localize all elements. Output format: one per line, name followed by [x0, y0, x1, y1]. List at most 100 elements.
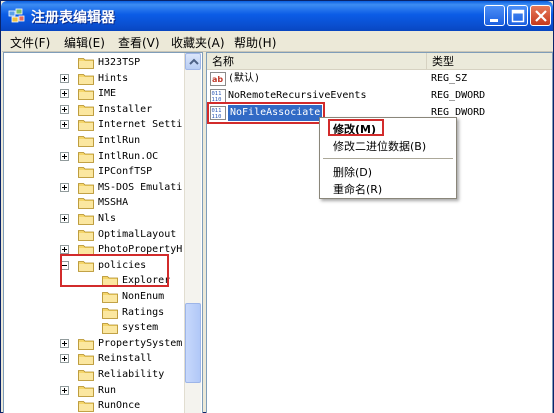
tree-item[interactable]: H323TSP: [4, 55, 182, 70]
folder-icon: [78, 370, 94, 381]
tree-item-label: IntlRun.OC: [98, 150, 159, 162]
tree-item-label: Nls: [98, 213, 117, 224]
values-list-pane[interactable]: 名称 类型 ab (默认) REG_SZ 011 110 NoRemoteRec…: [206, 52, 553, 413]
menu-item-delete[interactable]: 删除(D): [333, 164, 372, 180]
folder-icon: [78, 167, 94, 179]
tree-item[interactable]: Hints: [4, 71, 182, 86]
folder-icon: [78, 338, 94, 350]
folder-icon: [78, 385, 94, 397]
maximize-button[interactable]: [507, 5, 528, 26]
tree-item-label: IME: [98, 88, 117, 100]
folder-icon: [102, 307, 118, 319]
registry-app-icon: [8, 8, 25, 23]
menu-separator: [323, 158, 453, 159]
tree-item[interactable]: RunOnce: [4, 398, 182, 413]
menu-item-rename[interactable]: 重命名(R): [333, 181, 382, 197]
tree-item[interactable]: Reliability: [4, 367, 182, 382]
key-tree-pane[interactable]: H323TSP Hints IME Installer Internet Setti In…: [3, 52, 203, 413]
menu-file[interactable]: 文件(F): [10, 34, 50, 51]
tree-item[interactable]: Run: [4, 383, 182, 398]
tree-item-label: Ratings: [122, 306, 165, 318]
minimize-button[interactable]: [484, 5, 505, 26]
list-row[interactable]: ab (默认) REG_SZ: [207, 71, 552, 87]
expand-icon[interactable]: [60, 385, 69, 395]
folder-icon: [78, 198, 94, 210]
window-title: 注册表编辑器: [31, 10, 115, 26]
expand-icon[interactable]: [60, 104, 69, 114]
tree-item[interactable]: IME: [4, 86, 182, 101]
folder-icon: [78, 73, 94, 85]
tree-item-label: Reinstall: [98, 353, 153, 365]
expand-icon[interactable]: [60, 245, 69, 255]
close-button[interactable]: [530, 5, 551, 26]
tree-item-label: PropertySystem: [98, 337, 183, 349]
column-header-type[interactable]: 类型: [427, 53, 552, 70]
folder-icon: [78, 214, 94, 225]
context-menu: 修改(M) 修改二进位数据(B) 删除(D) 重命名(R): [319, 117, 457, 199]
folder-icon: [78, 136, 94, 147]
tree-item[interactable]: Ratings: [4, 305, 182, 320]
tree-item-label: IPConfTSP: [98, 166, 153, 178]
expand-icon[interactable]: [60, 338, 69, 348]
folder-icon: [78, 401, 94, 413]
tree-item-label: MSSHA: [98, 197, 129, 209]
tree-scrollbar[interactable]: [184, 53, 201, 413]
tree-item-label: Installer: [98, 103, 153, 115]
tree-item[interactable]: MS-DOS Emulati: [4, 180, 182, 195]
minimize-icon: [490, 19, 498, 22]
registry-editor-window: 注册表编辑器 文件(F) 编辑(E) 查看(V) 收藏夹(A) 帮助(H) H3…: [0, 0, 554, 413]
expand-icon[interactable]: [60, 214, 69, 223]
value-type: REG_SZ: [431, 73, 468, 84]
expand-icon[interactable]: [60, 120, 69, 130]
value-name: (默认): [228, 73, 261, 84]
folder-icon: [78, 182, 94, 194]
tree-item-label: Hints: [98, 72, 129, 84]
expand-icon[interactable]: [60, 151, 69, 161]
menu-edit[interactable]: 编辑(E): [64, 34, 105, 51]
folder-icon: [102, 323, 118, 335]
tree-item-label: IntlRun: [98, 135, 141, 146]
menu-view[interactable]: 查看(V): [118, 34, 160, 51]
string-value-icon: ab: [210, 72, 226, 86]
folder-icon: [78, 354, 94, 366]
tree-item[interactable]: PropertySystem: [4, 336, 182, 351]
value-highlight-box: [207, 102, 325, 124]
expand-icon[interactable]: [60, 354, 69, 364]
tree-item[interactable]: IntlRun: [4, 133, 182, 148]
tree-item[interactable]: MSSHA: [4, 195, 182, 210]
tree-item[interactable]: Installer: [4, 102, 182, 117]
tree-item[interactable]: IPConfTSP: [4, 164, 182, 179]
expand-icon[interactable]: [60, 182, 69, 192]
column-header-name[interactable]: 名称: [207, 53, 427, 70]
tree-item[interactable]: system: [4, 320, 182, 335]
tree-item-label: Internet Setti: [98, 119, 183, 131]
expand-icon[interactable]: [60, 89, 69, 99]
svg-text:ab: ab: [212, 75, 223, 84]
folder-icon: [78, 58, 94, 69]
tree-item[interactable]: NonEnum: [4, 289, 182, 304]
tree-item-label: system: [122, 322, 159, 334]
tree-item[interactable]: Nls: [4, 211, 182, 226]
tree-item[interactable]: Internet Setti: [4, 117, 182, 132]
tree-item-label: OptimalLayout: [98, 228, 177, 240]
folder-icon: [102, 292, 118, 303]
tree-item[interactable]: OptimalLayout: [4, 227, 182, 242]
policies-highlight-box: [60, 254, 169, 287]
scroll-up-button[interactable]: [185, 53, 201, 70]
maximize-icon: [511, 9, 525, 23]
tree-item[interactable]: IntlRun.OC: [4, 149, 182, 164]
title-bar[interactable]: 注册表编辑器: [1, 1, 553, 31]
tree-item-label: MS-DOS Emulati: [98, 181, 183, 193]
folder-icon: [78, 120, 94, 132]
menu-help[interactable]: 帮助(H): [234, 34, 276, 51]
scroll-thumb[interactable]: [185, 303, 201, 383]
dword-value-icon: 011 110: [210, 89, 226, 103]
tree-item-label: H323TSP: [98, 57, 141, 68]
menu-favorites[interactable]: 收藏夹(A): [171, 34, 225, 51]
menu-bar: 文件(F) 编辑(E) 查看(V) 收藏夹(A) 帮助(H): [2, 31, 553, 52]
menu-item-modify-binary[interactable]: 修改二进位数据(B): [333, 138, 426, 154]
folder-icon: [78, 104, 94, 116]
expand-icon[interactable]: [60, 73, 69, 83]
tree-item[interactable]: Reinstall: [4, 351, 182, 366]
chevron-up-icon: [189, 58, 199, 65]
